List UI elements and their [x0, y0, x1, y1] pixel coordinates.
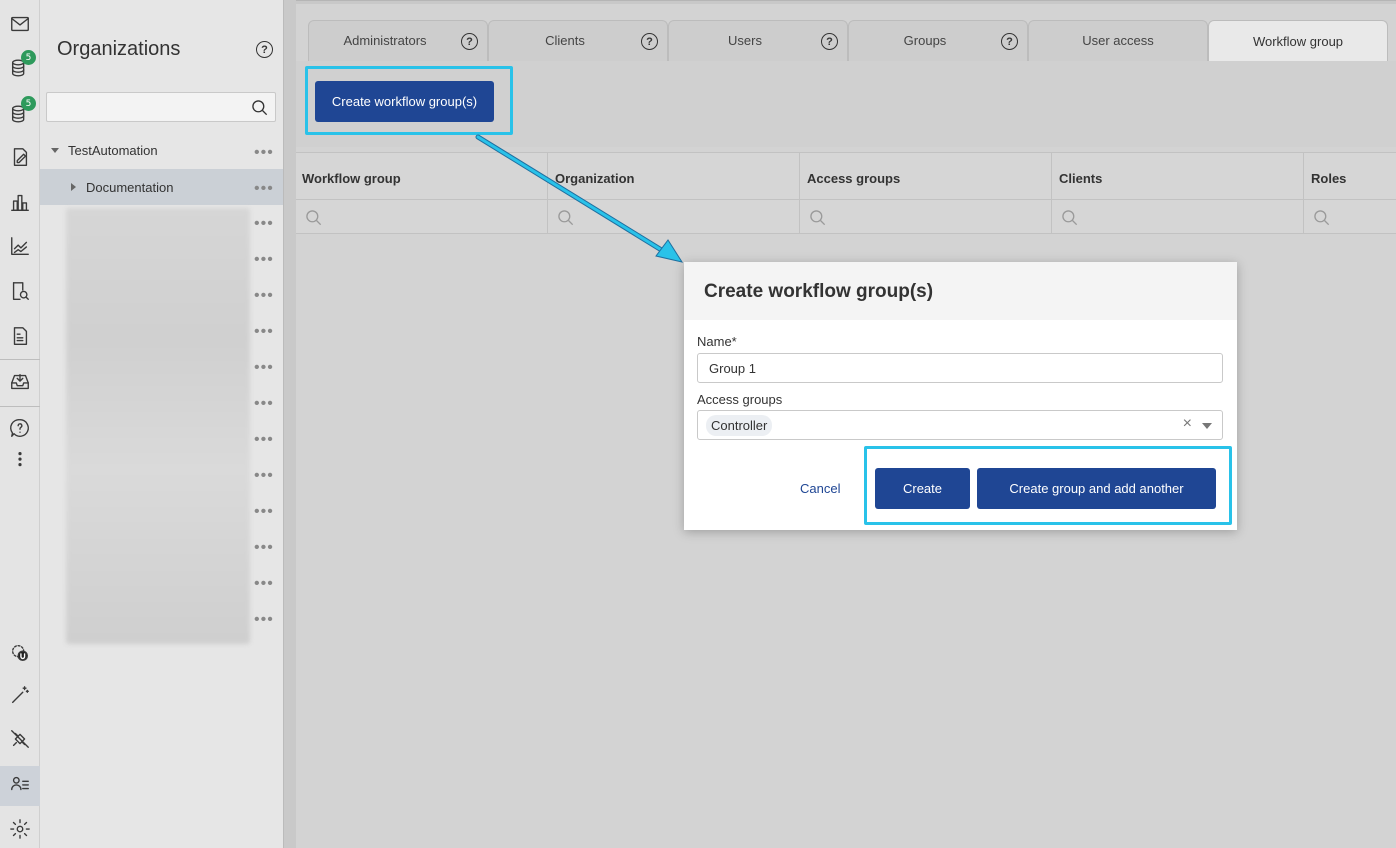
create-button[interactable]: Create	[875, 468, 970, 509]
tab-groups[interactable]: Groups ?	[848, 20, 1028, 61]
more-options-icon[interactable]: •••	[254, 288, 274, 304]
tab-clients[interactable]: Clients ?	[488, 20, 668, 61]
tab-administrators[interactable]: Administrators ?	[308, 20, 488, 61]
more-options-icon[interactable]: •••	[254, 145, 274, 161]
search-icon[interactable]	[1312, 208, 1332, 228]
help-icon[interactable]: ?	[641, 33, 658, 50]
magic-wand-icon[interactable]	[8, 683, 32, 707]
more-options-icon[interactable]: •••	[254, 324, 274, 340]
report-search-icon[interactable]	[8, 279, 32, 303]
tree-item-label: TestAutomation	[68, 142, 158, 158]
search-icon[interactable]	[250, 98, 270, 118]
more-vertical-icon[interactable]	[8, 448, 32, 472]
search-icon[interactable]	[1060, 208, 1080, 228]
notification-badge: 5	[21, 96, 36, 111]
name-label: Name*	[697, 334, 737, 349]
panel-title: Organizations	[57, 38, 181, 60]
inbox-icon[interactable]	[8, 370, 32, 394]
tab-label: User access	[1082, 33, 1154, 48]
more-options-icon[interactable]: •••	[254, 252, 274, 268]
column-divider	[547, 152, 548, 234]
help-icon[interactable]: ?	[821, 33, 838, 50]
grid-filter-row	[296, 200, 1396, 234]
user-list-icon[interactable]	[8, 772, 32, 796]
tree-item-label: Documentation	[86, 179, 174, 195]
search-icon[interactable]	[556, 208, 576, 228]
more-options-icon[interactable]: •••	[254, 504, 274, 520]
more-options-icon[interactable]: •••	[254, 216, 274, 232]
selected-chip[interactable]: Controller	[706, 415, 773, 436]
caret-down-icon[interactable]	[51, 148, 59, 153]
blurred-tree-items	[66, 208, 250, 644]
tab-users[interactable]: Users ?	[668, 20, 848, 61]
help-icon[interactable]: ?	[256, 41, 273, 58]
settings-icon[interactable]	[8, 817, 32, 841]
tab-label: Administrators	[343, 33, 427, 48]
tab-user-access[interactable]: User access	[1028, 20, 1208, 61]
cancel-button[interactable]: Cancel	[800, 481, 840, 496]
more-options-icon[interactable]: •••	[254, 576, 274, 592]
tab-label: Groups	[903, 33, 947, 48]
more-options-icon[interactable]: •••	[254, 432, 274, 448]
help-icon[interactable]: ?	[1001, 33, 1018, 50]
automation-gear-icon[interactable]	[8, 641, 32, 665]
more-options-icon[interactable]: •••	[254, 468, 274, 484]
caret-right-icon[interactable]	[71, 183, 76, 191]
search-icon[interactable]	[808, 208, 828, 228]
bar-chart-icon[interactable]	[8, 190, 32, 214]
access-groups-label: Access groups	[697, 392, 783, 407]
column-header-label: Roles	[1311, 171, 1347, 186]
column-divider	[799, 152, 800, 234]
tab-label: Workflow group	[1252, 34, 1344, 49]
chevron-down-icon[interactable]	[1202, 423, 1212, 429]
organization-search-input[interactable]	[46, 92, 276, 122]
database-stack-icon[interactable]: 5	[8, 96, 36, 126]
column-header-label: Clients	[1059, 171, 1103, 186]
database-icon[interactable]: 5	[8, 50, 36, 80]
help-bubble-icon[interactable]	[8, 416, 32, 440]
search-icon[interactable]	[304, 208, 324, 228]
rail-divider	[0, 359, 40, 360]
mail-icon[interactable]	[8, 12, 32, 36]
dialog-title: Create workflow group(s)	[704, 281, 934, 302]
tab-workflow-group[interactable]: Workflow group	[1208, 20, 1388, 62]
column-header-label: Organization	[555, 171, 635, 186]
tab-label: Users	[728, 33, 762, 48]
rail-divider	[0, 406, 40, 407]
dialog-header: Create workflow group(s)	[684, 262, 1237, 320]
more-options-icon[interactable]: •••	[254, 181, 274, 197]
access-groups-select[interactable]: Controller ×	[697, 410, 1223, 440]
column-header-label: Access groups	[807, 171, 901, 186]
create-workflow-group-dialog: Create workflow group(s) Name* Access gr…	[684, 262, 1237, 530]
top-border	[296, 0, 1396, 4]
tab-label: Clients	[545, 33, 585, 48]
tree-item-documentation[interactable]: Documentation •••	[40, 169, 283, 205]
create-workflow-groups-button[interactable]: Create workflow group(s)	[315, 81, 494, 122]
icon-rail: 5 5	[0, 0, 40, 848]
organizations-panel: Organizations ? TestAutomation ••• Docum…	[40, 0, 283, 848]
plugin-off-icon[interactable]	[8, 727, 32, 751]
column-divider	[1051, 152, 1052, 234]
more-options-icon[interactable]: •••	[254, 540, 274, 556]
more-options-icon[interactable]: •••	[254, 360, 274, 376]
tree-item-testautomation[interactable]: TestAutomation •••	[40, 132, 283, 168]
document-edit-icon[interactable]	[8, 145, 32, 169]
invoice-icon[interactable]	[8, 324, 32, 348]
column-divider	[1303, 152, 1304, 234]
more-options-icon[interactable]: •••	[254, 396, 274, 412]
create-and-add-another-button[interactable]: Create group and add another	[977, 468, 1216, 509]
grid-header: Workflow group Organization Access group…	[296, 152, 1396, 200]
panel-splitter[interactable]	[283, 0, 296, 848]
notification-badge: 5	[21, 50, 36, 65]
name-field[interactable]	[697, 353, 1223, 383]
more-options-icon[interactable]: •••	[254, 612, 274, 628]
column-header-label: Workflow group	[302, 171, 401, 186]
clear-icon[interactable]: ×	[1183, 416, 1192, 432]
help-icon[interactable]: ?	[461, 33, 478, 50]
line-chart-icon[interactable]	[8, 234, 32, 258]
